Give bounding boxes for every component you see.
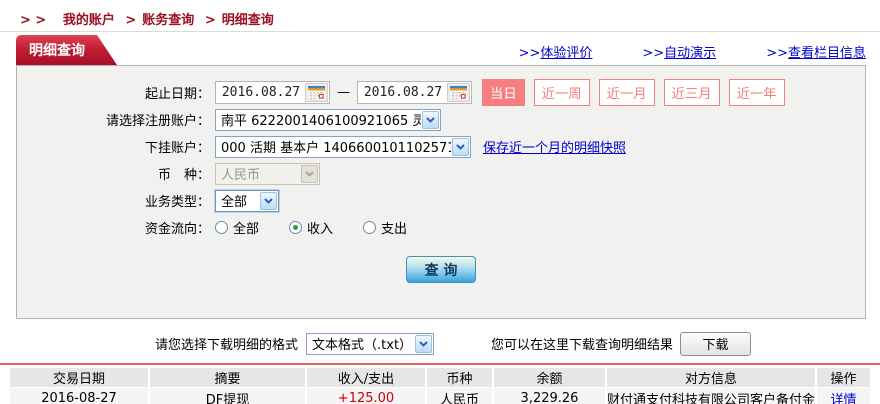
breadcrumb-item-detail-query[interactable]: 明细查询 xyxy=(222,13,274,28)
col-header-action: 操作 xyxy=(817,368,870,387)
breadcrumb: > > 我的账户 > 账务查询 > 明细查询 xyxy=(0,0,880,32)
breadcrumb-separator: > xyxy=(204,13,216,28)
business-type-label: 业务类型： xyxy=(144,195,210,210)
link-auto-demo[interactable]: >>自动演示 xyxy=(642,42,716,61)
end-date-field xyxy=(357,81,472,104)
fund-flow-option-all[interactable]: 全部 xyxy=(215,218,259,237)
col-header-amount: 收入/支出 xyxy=(307,368,425,387)
download-row: 请您选择下载明细的格式 文本格式（.txt） 您可以在这里下载查询明细结果 下载 xyxy=(155,331,866,356)
calendar-icon[interactable] xyxy=(305,83,328,102)
download-format-select[interactable]: 文本格式（.txt） xyxy=(306,332,435,355)
fund-flow-label: 资金流向： xyxy=(144,222,210,237)
quick-range-3months-button[interactable]: 近三月 xyxy=(663,79,720,106)
date-range-dash: — xyxy=(337,85,350,100)
quick-range-week-button[interactable]: 近一周 xyxy=(533,79,590,106)
quick-range-month-button[interactable]: 近一月 xyxy=(598,79,655,106)
chevron-down-icon[interactable] xyxy=(422,110,439,129)
cell-action: 详情 xyxy=(817,388,870,404)
sub-account-label: 下挂账户： xyxy=(144,141,210,156)
start-date-input[interactable] xyxy=(217,85,305,100)
business-type-row: 业务类型： 全部 xyxy=(17,187,865,214)
col-header-currency: 币种 xyxy=(427,368,492,387)
cell-balance: 3,229.26 xyxy=(494,388,605,404)
chevron-down-icon[interactable] xyxy=(415,334,433,353)
link-experience-rating[interactable]: >>体验评价 xyxy=(519,42,593,61)
currency-row: 币 种： 人民币 xyxy=(17,160,865,187)
query-form-panel: 起止日期： — xyxy=(16,65,866,319)
cell-amount: +125.00 xyxy=(307,388,425,404)
save-snapshot-link[interactable]: 保存近一个月的明细快照 xyxy=(483,137,626,156)
col-header-counterparty: 对方信息 xyxy=(607,368,815,387)
col-header-summary: 摘要 xyxy=(150,368,305,387)
breadcrumb-item-my-account[interactable]: 我的账户 xyxy=(63,13,115,28)
calendar-icon[interactable] xyxy=(447,83,470,102)
fund-flow-row: 资金流向： 全部 收入 支出 xyxy=(17,214,865,241)
radio-expense-icon[interactable] xyxy=(363,221,377,234)
section-header: 明细查询 >>体验评价 >>自动演示 >>查看栏目信息 xyxy=(16,38,866,65)
chevron-down-icon xyxy=(301,164,318,183)
register-account-select[interactable]: 南平 6222001406100921065 灵通卡 xyxy=(215,108,441,131)
fund-flow-option-expense[interactable]: 支出 xyxy=(363,218,407,237)
col-header-balance: 余额 xyxy=(494,368,605,387)
download-button[interactable]: 下载 xyxy=(680,331,752,356)
sub-account-select[interactable]: 000 活期 基本户 1406600101102571848 xyxy=(215,135,471,158)
divider-red-line xyxy=(0,363,880,365)
col-header-date: 交易日期 xyxy=(10,368,148,387)
download-hint: 您可以在这里下载查询明细结果 xyxy=(491,338,674,353)
cell-counterparty: 财付通支付科技有限公司客户备付金 xyxy=(607,388,815,404)
chevron-down-icon[interactable] xyxy=(260,191,277,210)
start-date-field xyxy=(215,81,330,104)
register-account-row: 请选择注册账户： 南平 6222001406100921065 灵通卡 xyxy=(17,106,865,133)
transaction-table: 交易日期 摘要 收入/支出 币种 余额 对方信息 操作 2016-08-27 D… xyxy=(8,367,872,404)
chevron-down-icon[interactable] xyxy=(452,137,469,156)
currency-label: 币 种： xyxy=(157,168,210,183)
download-format-label: 请您选择下载明细的格式 xyxy=(155,338,299,353)
table-header-row: 交易日期 摘要 收入/支出 币种 余额 对方信息 操作 xyxy=(10,368,870,387)
quick-range-today-button[interactable]: 当日 xyxy=(482,79,525,106)
radio-all-icon[interactable] xyxy=(215,221,228,234)
register-account-label: 请选择注册账户： xyxy=(105,114,210,129)
business-type-select[interactable]: 全部 xyxy=(215,189,279,212)
detail-link[interactable]: 详情 xyxy=(830,393,856,404)
query-button[interactable]: 查 询 xyxy=(406,256,476,283)
end-date-input[interactable] xyxy=(359,85,447,100)
quick-range-year-button[interactable]: 近一年 xyxy=(728,79,785,106)
cell-date: 2016-08-27 xyxy=(10,388,148,404)
link-view-column-info[interactable]: >>查看栏目信息 xyxy=(766,42,866,61)
cell-currency: 人民币 xyxy=(427,388,492,404)
currency-select: 人民币 xyxy=(215,162,320,185)
breadcrumb-item-account-query[interactable]: 账务查询 xyxy=(142,13,194,28)
sub-account-row: 下挂账户： 000 活期 基本户 1406600101102571848 保存近… xyxy=(17,133,865,160)
breadcrumb-separator: > xyxy=(125,13,137,28)
date-range-row: 起止日期： — xyxy=(17,79,865,106)
date-range-label: 起止日期： xyxy=(144,87,210,102)
table-row: 2016-08-27 DF提现 +125.00 人民币 3,229.26 财付通… xyxy=(10,388,870,404)
page-title-tab: 明细查询 xyxy=(16,35,117,65)
breadcrumb-prefix: > > xyxy=(20,13,47,28)
fund-flow-option-income[interactable]: 收入 xyxy=(289,218,333,237)
radio-income-icon[interactable] xyxy=(289,221,303,234)
cell-summary: DF提现 xyxy=(150,388,305,404)
